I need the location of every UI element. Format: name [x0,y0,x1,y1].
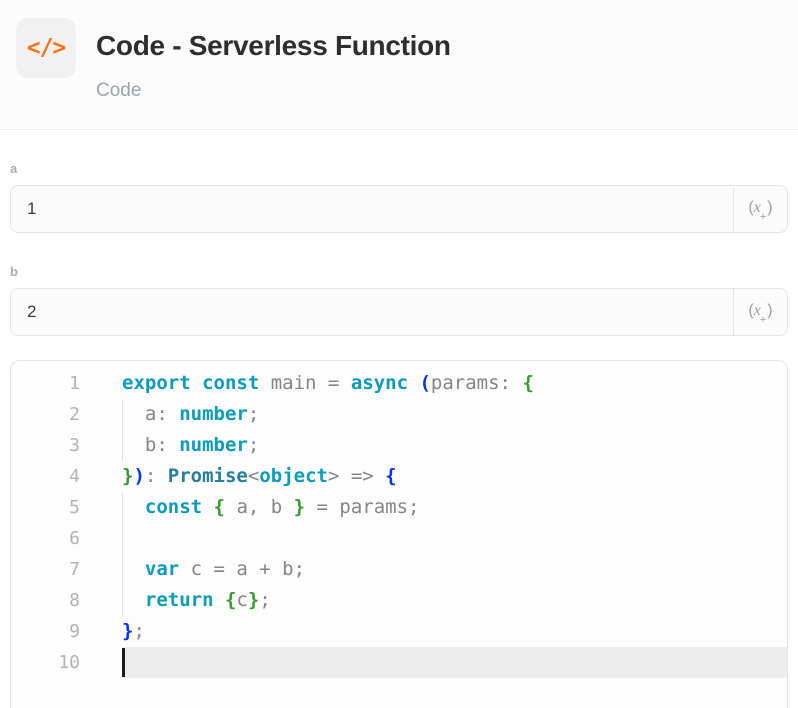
code-token: c [236,589,247,611]
field-a: (x+) [10,185,788,233]
code-token: a: [122,403,179,425]
code-token: b: [122,434,179,456]
code-token: a, b [225,496,294,518]
code-token: export [122,372,191,394]
code-token: number [179,434,248,456]
code-token [214,589,225,611]
line-content[interactable]: return {c}; [122,585,787,616]
code-token: } [294,496,305,518]
code-line[interactable]: 1export const main = async (params: { [11,368,787,399]
code-token: > => [328,465,385,487]
line-content[interactable] [122,523,787,554]
code-token: < [248,465,259,487]
line-number: 9 [11,616,122,647]
line-number: 5 [11,492,122,523]
code-token: { [214,496,225,518]
code-line[interactable]: 8 return {c}; [11,585,787,616]
code-token: object [259,465,328,487]
line-number: 2 [11,399,122,430]
line-number: 6 [11,523,122,554]
code-line[interactable]: 7 var c = a + b; [11,554,787,585]
code-token: } [122,620,133,642]
code-token [191,372,202,394]
code-token: } [122,465,133,487]
code-token: } [248,589,259,611]
code-token: number [179,403,248,425]
connect-variable-button-b[interactable]: (x+) [733,289,787,335]
code-editor[interactable]: 1export const main = async (params: {2 a… [10,360,788,708]
code-token: { [522,372,533,394]
code-block-icon: </> [16,18,76,78]
code-line[interactable]: 10 [11,647,787,678]
line-content[interactable]: a: number; [122,399,787,430]
code-line[interactable]: 3 b: number; [11,430,787,461]
code-token: const [145,496,202,518]
line-content[interactable]: }; [122,616,787,647]
connect-variable-icon: (x+) [748,199,772,219]
code-token: ) [133,465,144,487]
code-token: const [202,372,259,394]
code-token: ; [133,620,144,642]
line-number: 3 [11,430,122,461]
code-token: Promise [168,465,248,487]
code-token: async [351,372,408,394]
line-number: 8 [11,585,122,616]
code-token: ; [259,589,270,611]
code-line[interactable]: 5 const { a, b } = params; [11,492,787,523]
code-token: return [145,589,214,611]
code-line[interactable]: 9}; [11,616,787,647]
code-token: { [225,589,236,611]
field-b-input[interactable] [11,289,733,335]
code-line[interactable]: 4}): Promise<object> => { [11,461,787,492]
code-token: ; [248,403,259,425]
code-token: var [145,558,179,580]
line-content[interactable] [122,647,787,678]
code-line[interactable]: 2 a: number; [11,399,787,430]
code-token [202,496,213,518]
code-token [122,589,145,611]
code-token: ; [248,434,259,456]
code-token [122,558,145,580]
code-glyph: </> [27,35,66,61]
line-content[interactable]: var c = a + b; [122,554,787,585]
field-label-b: b [10,264,788,279]
field-label-a: a [10,161,788,176]
form-area: a (x+) b (x+) 1export const main = async… [0,161,798,708]
field-a-input[interactable] [11,186,733,232]
text-cursor [122,648,125,677]
code-token: ( [419,372,430,394]
line-content[interactable]: export const main = async (params: { [122,368,787,399]
field-b: (x+) [10,288,788,336]
code-token [122,496,145,518]
code-token: main = [259,372,351,394]
connect-variable-icon: (x+) [748,302,772,322]
code-token: { [385,465,396,487]
line-number: 7 [11,554,122,585]
code-token [408,372,419,394]
page-title: Code - Serverless Function [96,30,451,62]
line-content[interactable]: const { a, b } = params; [122,492,787,523]
header: </> Code - Serverless Function Code [0,0,798,130]
line-number: 10 [11,647,122,678]
code-token: = params; [305,496,419,518]
code-editor-lines: 1export const main = async (params: {2 a… [11,368,787,678]
line-number: 1 [11,368,122,399]
page-subtitle: Code [96,80,141,102]
code-token: params: [431,372,523,394]
line-content[interactable]: b: number; [122,430,787,461]
code-token: : [145,465,168,487]
code-line[interactable]: 6 [11,523,787,554]
code-token: c = a + b; [179,558,305,580]
line-number: 4 [11,461,122,492]
connect-variable-button-a[interactable]: (x+) [733,186,787,232]
line-content[interactable]: }): Promise<object> => { [122,461,787,492]
